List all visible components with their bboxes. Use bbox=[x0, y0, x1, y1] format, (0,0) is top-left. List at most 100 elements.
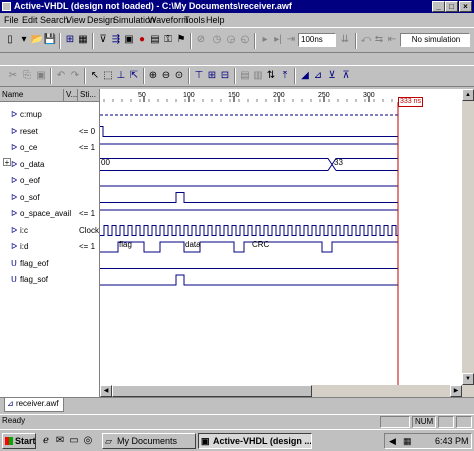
end-icon[interactable]: ⇤ bbox=[385, 33, 399, 47]
undo-icon[interactable]: ↶ bbox=[54, 69, 68, 83]
open-icon[interactable]: ▾ bbox=[17, 33, 31, 47]
signal-row[interactable]: ᑌ flag_eof bbox=[0, 256, 100, 272]
break-icon[interactable]: ⤺ bbox=[359, 33, 373, 47]
find-icon[interactable]: ⊻ bbox=[325, 69, 339, 83]
wave-o-data-a[interactable] bbox=[100, 158, 333, 171]
maximize-button[interactable]: □ bbox=[445, 1, 458, 12]
signal-add-icon[interactable]: ⊤ bbox=[192, 69, 206, 83]
menu-waveform[interactable]: Waveform bbox=[148, 14, 189, 26]
clock[interactable]: 6:43 PM bbox=[435, 434, 469, 448]
new-icon[interactable]: ▯ bbox=[3, 33, 17, 47]
scroll-thumb[interactable] bbox=[112, 385, 312, 397]
save-icon[interactable]: 💾 bbox=[43, 33, 57, 47]
task-my-documents[interactable]: ▱ My Documents bbox=[102, 433, 196, 449]
column-name[interactable]: Name bbox=[0, 89, 64, 101]
record-icon[interactable]: ● bbox=[135, 33, 149, 47]
zoom-fit-icon[interactable]: ⊙ bbox=[172, 69, 186, 83]
chip-icon[interactable]: ▣ bbox=[122, 33, 136, 47]
key-icon[interactable]: ⚿ bbox=[161, 33, 175, 47]
force-icon[interactable]: ⇅ bbox=[264, 69, 278, 83]
library-icon[interactable]: ▤ bbox=[148, 33, 162, 47]
menu-search[interactable]: Search bbox=[40, 14, 69, 26]
bookmark-icon[interactable]: ⊿ bbox=[311, 69, 325, 83]
signal-row[interactable]: ᐅ o_sof bbox=[0, 190, 100, 206]
sim-time-input[interactable]: 100ns bbox=[298, 33, 336, 47]
close-button[interactable]: × bbox=[459, 1, 472, 12]
scroll-up-arrow[interactable]: ▲ bbox=[462, 89, 474, 101]
waveform-area[interactable]: 00 33 flag data CRC bbox=[100, 102, 462, 397]
measure-icon[interactable]: ⇱ bbox=[127, 69, 141, 83]
horizontal-scrollbar[interactable]: ◀ ▶ bbox=[100, 385, 462, 397]
compile-icon[interactable]: ⇶ bbox=[109, 33, 123, 47]
run-until-icon[interactable]: ◶ bbox=[224, 33, 238, 47]
menu-design[interactable]: Design bbox=[87, 14, 115, 26]
zoom-out-icon[interactable]: ⊖ bbox=[159, 69, 173, 83]
signal-row[interactable]: ᐅ o_data bbox=[0, 157, 100, 173]
pointer-icon[interactable]: ↖ bbox=[88, 69, 102, 83]
cursor-icon[interactable]: ◢ bbox=[298, 69, 312, 83]
find-next-icon[interactable]: ⊼ bbox=[339, 69, 353, 83]
bus-icon[interactable]: ⊞ bbox=[205, 69, 219, 83]
run-icon[interactable]: ◷ bbox=[210, 33, 224, 47]
funnel-icon[interactable]: ⊽ bbox=[96, 33, 110, 47]
signal-row[interactable]: ᐅ o_space_avail <= 1 bbox=[0, 206, 100, 222]
scroll-right-arrow[interactable]: ▶ bbox=[450, 385, 462, 397]
delete-icon[interactable]: ▥ bbox=[251, 69, 265, 83]
flag-icon[interactable]: ⚑ bbox=[174, 33, 188, 47]
signal-row[interactable]: ᐅ o_eof bbox=[0, 173, 100, 189]
column-stimulator[interactable]: Sti... bbox=[78, 89, 100, 101]
signal-row[interactable]: ᑌ flag_sof bbox=[0, 272, 100, 288]
grid-icon[interactable]: ▦ bbox=[76, 33, 90, 47]
stop-icon[interactable]: ⊘ bbox=[194, 33, 208, 47]
desktop-icon[interactable]: ▭ bbox=[68, 435, 80, 447]
scroll-down-arrow[interactable]: ▼ bbox=[462, 373, 474, 385]
minimize-button[interactable]: _ bbox=[432, 1, 445, 12]
menu-view[interactable]: View bbox=[66, 14, 85, 26]
wave-o-sof[interactable] bbox=[100, 192, 398, 203]
edit-icon[interactable]: ▤ bbox=[238, 69, 252, 83]
speaker-icon[interactable]: ◀ bbox=[389, 434, 396, 448]
signal-row[interactable]: ᐅ reset <= 0 bbox=[0, 124, 100, 140]
wave-i-d[interactable] bbox=[100, 241, 398, 253]
wave-flag-sof[interactable] bbox=[100, 274, 398, 286]
outlook-icon[interactable]: ✉ bbox=[54, 435, 66, 447]
start-button[interactable]: Start bbox=[2, 433, 36, 449]
insert-icon[interactable]: ⊥ bbox=[114, 69, 128, 83]
channels-icon[interactable]: ◎ bbox=[82, 435, 94, 447]
cut-icon[interactable]: ✂ bbox=[6, 69, 20, 83]
network-icon[interactable]: ▦ bbox=[403, 434, 412, 448]
stimulator-icon[interactable]: ⤒ bbox=[278, 69, 292, 83]
task-active-vhdl[interactable]: ▣ Active-VHDL (design ... bbox=[198, 433, 312, 449]
trace-icon[interactable]: ⊟ bbox=[218, 69, 232, 83]
signal-row[interactable]: ᐅ i:c Clock bbox=[0, 223, 100, 239]
signal-row[interactable]: ᐅ o_ce <= 1 bbox=[0, 140, 100, 156]
step-icon[interactable]: ◵ bbox=[238, 33, 252, 47]
ie-icon[interactable]: ℯ bbox=[40, 435, 52, 447]
run-for-icon[interactable]: ▸| bbox=[271, 33, 285, 47]
expand-icon[interactable]: + bbox=[3, 158, 11, 167]
signal-row[interactable]: ᐅ c:mup bbox=[0, 107, 100, 123]
open-folder-icon[interactable]: 📂 bbox=[30, 33, 44, 47]
copy-icon[interactable]: ⎘ bbox=[20, 69, 34, 83]
zoom-in-icon[interactable]: ⊕ bbox=[146, 69, 160, 83]
menu-file[interactable]: File bbox=[4, 14, 19, 26]
wave-reset[interactable] bbox=[100, 126, 398, 137]
tab-receiver-awf[interactable]: ⊿ receiver.awf bbox=[4, 398, 64, 412]
wave-i-clock[interactable] bbox=[100, 225, 398, 236]
menu-help[interactable]: Help bbox=[206, 14, 225, 26]
select-icon[interactable]: ⬚ bbox=[101, 69, 115, 83]
play-icon[interactable]: ▸ bbox=[258, 33, 272, 47]
signal-row[interactable]: ᐅ i:d <= 1 bbox=[0, 239, 100, 255]
menu-tools[interactable]: Tools bbox=[184, 14, 205, 26]
paste-icon[interactable]: ▣ bbox=[34, 69, 48, 83]
vertical-scrollbar[interactable]: ▲ ▼ bbox=[462, 89, 474, 397]
redo-icon[interactable]: ↷ bbox=[68, 69, 82, 83]
column-value[interactable]: V... bbox=[64, 89, 78, 101]
tree-icon[interactable]: ⊞ bbox=[63, 33, 77, 47]
menu-edit[interactable]: Edit bbox=[22, 14, 38, 26]
scroll-left-arrow[interactable]: ◀ bbox=[100, 385, 112, 397]
step-over-icon[interactable]: ⇥ bbox=[284, 33, 298, 47]
waveform-canvas[interactable]: 00 33 flag data CRC bbox=[100, 102, 462, 385]
watch-icon[interactable]: ⇆ bbox=[372, 33, 386, 47]
step-into-icon[interactable]: ⇊ bbox=[338, 33, 352, 47]
